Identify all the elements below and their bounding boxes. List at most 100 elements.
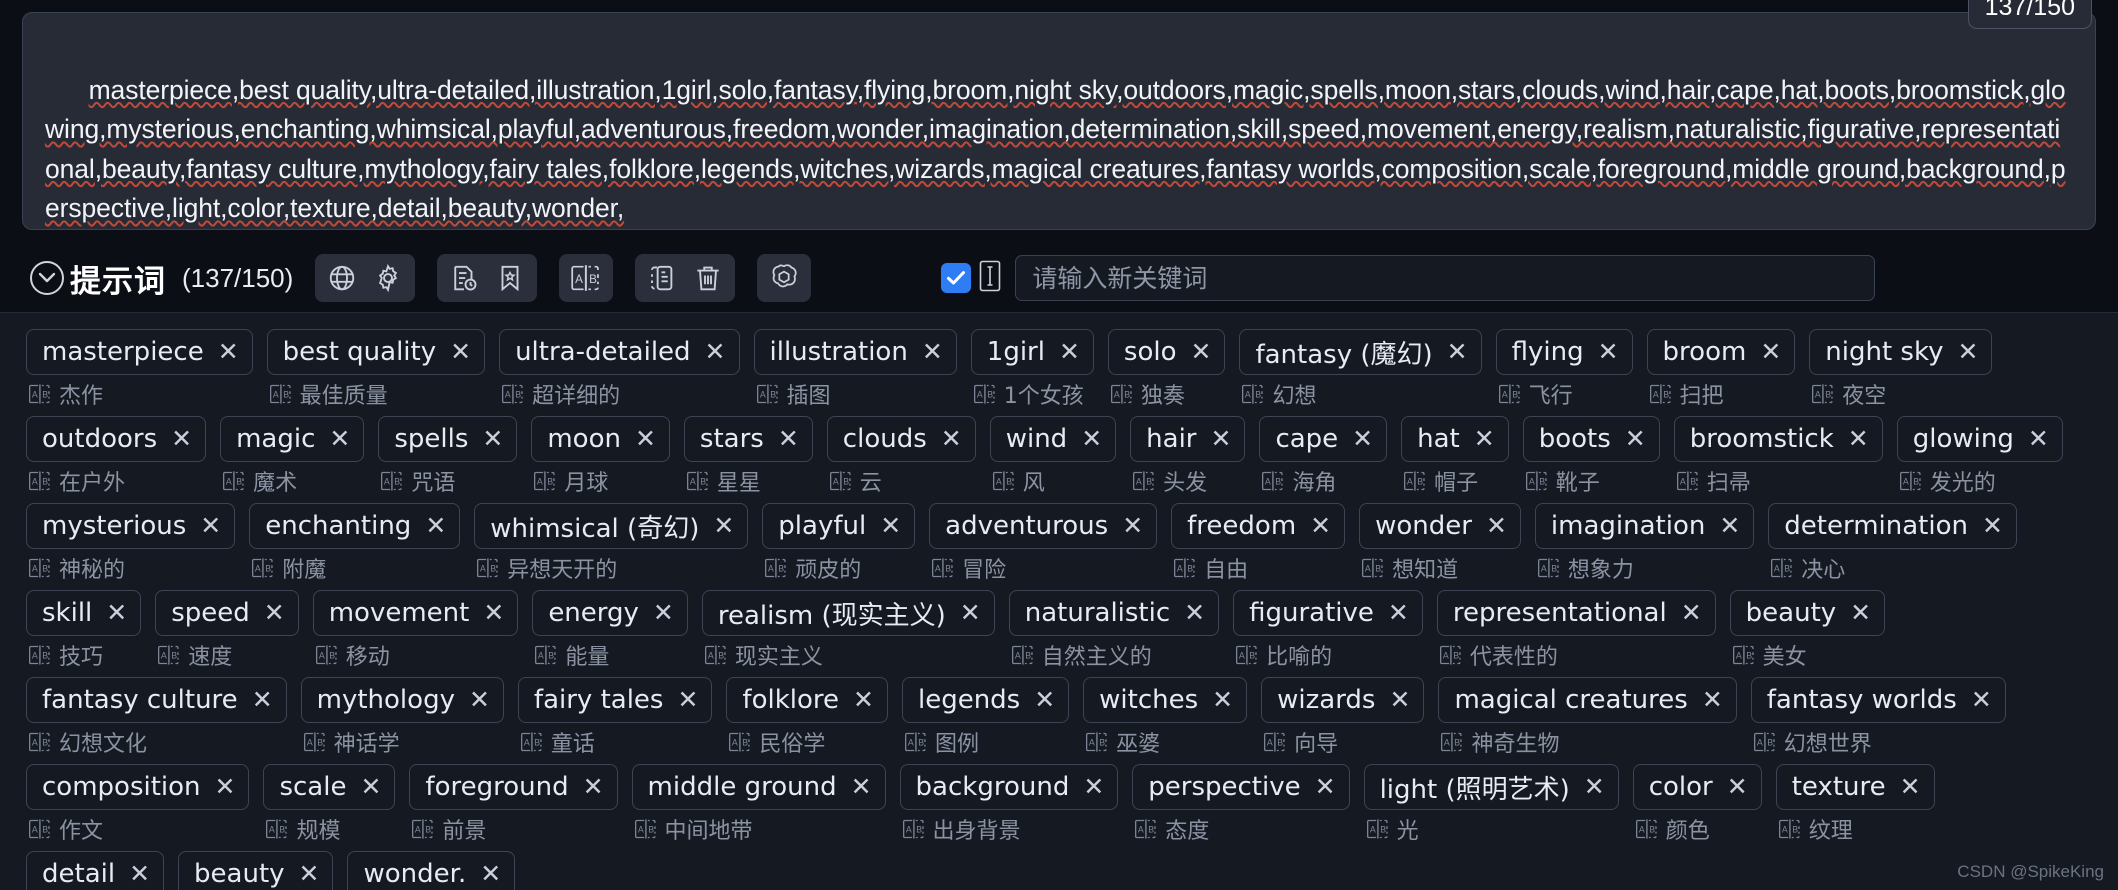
tag-chip[interactable]: whimsical (奇幻) ✕ xyxy=(474,503,749,549)
tag-chip[interactable]: composition ✕ xyxy=(26,764,250,810)
translate-ab-icon[interactable]: AB xyxy=(829,470,853,492)
translate-ab-icon[interactable]: AB xyxy=(520,731,544,753)
tag-chip[interactable]: figurative ✕ xyxy=(1233,590,1423,636)
tag-remove-icon[interactable]: ✕ xyxy=(713,513,734,539)
tag-remove-icon[interactable]: ✕ xyxy=(264,600,285,626)
prompt-text-content[interactable]: masterpiece,best quality,ultra-detailed,… xyxy=(45,31,2073,268)
tag-remove-icon[interactable]: ✕ xyxy=(922,339,943,365)
tag-chip[interactable]: boots ✕ xyxy=(1522,416,1660,462)
tag-remove-icon[interactable]: ✕ xyxy=(200,513,221,539)
translate-ab-icon[interactable]: AB xyxy=(1261,470,1285,492)
tag-chip[interactable]: wonder. ✕ xyxy=(347,851,516,890)
tag-chip[interactable]: outdoors ✕ xyxy=(26,416,207,462)
gear-icon[interactable] xyxy=(365,256,411,300)
prompt-textarea[interactable]: masterpiece,best quality,ultra-detailed,… xyxy=(22,12,2096,230)
tag-remove-icon[interactable]: ✕ xyxy=(171,426,192,452)
tag-remove-icon[interactable]: ✕ xyxy=(778,426,799,452)
translate-ab-icon[interactable]: AB xyxy=(1732,644,1756,666)
tag-remove-icon[interactable]: ✕ xyxy=(677,687,698,713)
tag-chip[interactable]: detail ✕ xyxy=(26,851,165,890)
tag-chip[interactable]: best quality ✕ xyxy=(266,329,486,375)
translate-ab-icon[interactable]: AB xyxy=(1235,644,1259,666)
tag-remove-icon[interactable]: ✕ xyxy=(1352,426,1373,452)
tag-remove-icon[interactable]: ✕ xyxy=(1034,687,1055,713)
tag-remove-icon[interactable]: ✕ xyxy=(1212,687,1233,713)
translate-ab-icon[interactable]: AB xyxy=(1537,557,1561,579)
tag-remove-icon[interactable]: ✕ xyxy=(252,687,273,713)
tag-remove-icon[interactable]: ✕ xyxy=(1900,774,1921,800)
tag-chip[interactable]: fantasy (魔幻) ✕ xyxy=(1239,329,1482,375)
tag-remove-icon[interactable]: ✕ xyxy=(329,426,350,452)
tag-remove-icon[interactable]: ✕ xyxy=(853,687,874,713)
translate-ab-icon[interactable]: AB xyxy=(1085,731,1109,753)
translate-ab-icon[interactable]: AB xyxy=(476,557,500,579)
translate-ab-icon[interactable]: AB xyxy=(265,818,289,840)
translate-ab-icon[interactable]: AB xyxy=(315,644,339,666)
tag-chip[interactable]: perspective ✕ xyxy=(1132,764,1350,810)
translate-ab-icon[interactable]: AB xyxy=(1439,644,1463,666)
translate-ab-icon[interactable]: AB xyxy=(1403,470,1427,492)
translate-ab-icon[interactable]: AB xyxy=(756,383,780,405)
tag-chip[interactable]: freedom ✕ xyxy=(1171,503,1346,549)
globe-icon[interactable] xyxy=(319,256,365,300)
tag-chip[interactable]: stars ✕ xyxy=(683,416,813,462)
translate-ab-icon[interactable]: AB xyxy=(992,470,1016,492)
bookmark-star-icon[interactable] xyxy=(487,256,533,300)
translate-ab-icon[interactable]: AB xyxy=(28,557,52,579)
tag-chip[interactable]: illustration ✕ xyxy=(753,329,957,375)
translate-ab-icon[interactable]: AB xyxy=(28,383,52,405)
translate-ab-icon[interactable]: AB xyxy=(1498,383,1522,405)
translate-ab-icon[interactable]: AB xyxy=(1440,731,1464,753)
tag-chip[interactable]: color ✕ xyxy=(1632,764,1762,810)
tag-chip[interactable]: clouds ✕ xyxy=(826,416,976,462)
translate-ab-icon[interactable]: AB xyxy=(1173,557,1197,579)
tag-chip[interactable]: spells ✕ xyxy=(378,416,518,462)
tag-remove-icon[interactable]: ✕ xyxy=(1059,339,1080,365)
tag-remove-icon[interactable]: ✕ xyxy=(450,339,471,365)
translate-ab-icon[interactable]: AB xyxy=(1676,470,1700,492)
tag-chip[interactable]: naturalistic ✕ xyxy=(1008,590,1220,636)
enable-keyword-checkbox[interactable] xyxy=(941,263,972,293)
tag-chip[interactable]: middle ground ✕ xyxy=(631,764,886,810)
tag-remove-icon[interactable]: ✕ xyxy=(1122,513,1143,539)
tag-chip[interactable]: wind ✕ xyxy=(989,416,1117,462)
translate-ab-icon[interactable]: AB xyxy=(931,557,955,579)
tag-chip[interactable]: speed ✕ xyxy=(155,590,299,636)
tag-chip[interactable]: legends ✕ xyxy=(901,677,1070,723)
translate-ab-icon[interactable]: AB xyxy=(728,731,752,753)
new-keyword-input[interactable] xyxy=(1015,255,1876,301)
tag-remove-icon[interactable]: ✕ xyxy=(129,861,150,887)
translate-ab-icon[interactable]: AB xyxy=(1132,470,1156,492)
tag-chip[interactable]: magical creatures ✕ xyxy=(1438,677,1737,723)
tag-chip[interactable]: adventurous ✕ xyxy=(929,503,1158,549)
translate-ab-icon[interactable]: AB xyxy=(28,818,52,840)
tag-remove-icon[interactable]: ✕ xyxy=(1210,426,1231,452)
tag-remove-icon[interactable]: ✕ xyxy=(2028,426,2049,452)
translate-ab-icon[interactable]: AB xyxy=(157,644,181,666)
tag-remove-icon[interactable]: ✕ xyxy=(299,861,320,887)
tag-remove-icon[interactable]: ✕ xyxy=(1719,513,1740,539)
tag-remove-icon[interactable]: ✕ xyxy=(483,600,504,626)
tag-remove-icon[interactable]: ✕ xyxy=(1083,774,1104,800)
copy-icon[interactable] xyxy=(639,256,685,300)
tag-chip[interactable]: mysterious ✕ xyxy=(26,503,236,549)
tag-remove-icon[interactable]: ✕ xyxy=(1389,687,1410,713)
translate-ab-icon[interactable]: AB xyxy=(1361,557,1385,579)
tag-chip[interactable]: skill ✕ xyxy=(26,590,142,636)
tag-remove-icon[interactable]: ✕ xyxy=(851,774,872,800)
translate-ab-icon[interactable]: A B xyxy=(563,256,609,300)
tag-remove-icon[interactable]: ✕ xyxy=(1388,600,1409,626)
tag-chip[interactable]: moon ✕ xyxy=(531,416,670,462)
tag-chip[interactable]: masterpiece ✕ xyxy=(26,329,253,375)
tag-remove-icon[interactable]: ✕ xyxy=(1598,339,1619,365)
tag-remove-icon[interactable]: ✕ xyxy=(360,774,381,800)
translate-ab-icon[interactable]: AB xyxy=(1811,383,1835,405)
tag-chip[interactable]: hair ✕ xyxy=(1130,416,1246,462)
tag-chip[interactable]: mythology ✕ xyxy=(300,677,504,723)
translate-ab-icon[interactable]: AB xyxy=(1635,818,1659,840)
tag-remove-icon[interactable]: ✕ xyxy=(469,687,490,713)
translate-ab-icon[interactable]: AB xyxy=(973,383,997,405)
tag-chip[interactable]: realism (现实主义) ✕ xyxy=(701,590,995,636)
translate-ab-icon[interactable]: AB xyxy=(686,470,710,492)
tag-remove-icon[interactable]: ✕ xyxy=(1982,513,2003,539)
